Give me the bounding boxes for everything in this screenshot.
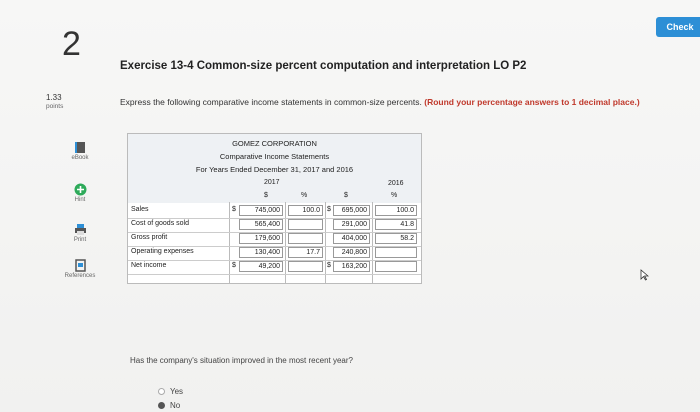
sidebar-item-label: eBook (71, 155, 89, 161)
table-row: Sales $ 745,000 100.0 $ 695,000 100.0 (128, 204, 421, 219)
radio-yes[interactable] (158, 388, 165, 395)
option-label: Yes (170, 387, 184, 396)
print-icon (73, 222, 87, 236)
sidebar-item-hint[interactable]: Hint (58, 182, 102, 203)
hint-icon (73, 182, 87, 196)
year-2017-header: 2017 (264, 179, 280, 186)
dollar-prefix: $ (232, 206, 236, 213)
sidebar-item-label: References (64, 273, 96, 279)
sidebar-item-label: Print (73, 237, 87, 243)
option-no[interactable]: No (158, 401, 180, 410)
amount-2017-input[interactable]: 49,200 (239, 261, 283, 272)
dollar-prefix: $ (327, 262, 331, 269)
question-number: 2 (62, 25, 81, 63)
dollar-prefix: $ (232, 262, 236, 269)
check-button[interactable]: Check (656, 17, 700, 37)
table-row: Gross profit 179,600 404,000 58.2 (128, 232, 421, 247)
sidebar-item-label: Hint (74, 197, 86, 203)
exercise-title: Exercise 13-4 Common-size percent comput… (120, 60, 527, 72)
option-yes[interactable]: Yes (158, 387, 183, 396)
references-icon (73, 258, 87, 272)
ebook-icon (73, 140, 87, 154)
instructions: Express the following comparative income… (120, 96, 695, 108)
amount-2017-input[interactable]: 565,400 (239, 219, 283, 230)
table-row: Operating expenses 130,400 17.7 240,800 (128, 246, 421, 261)
option-label: No (170, 401, 181, 410)
amount-2016-input[interactable]: 695,000 (333, 205, 370, 216)
sidebar-item-references[interactable]: References (58, 258, 102, 279)
percent-2017-input[interactable]: 100.0 (288, 205, 323, 216)
row-label: Net income (131, 262, 167, 269)
statement-title: Comparative Income Statements (219, 152, 330, 161)
table-row: Net income $ 49,200 $ 163,200 (128, 260, 421, 275)
company-name: GOMEZ CORPORATION (232, 139, 317, 148)
page: Check 2 Exercise 13-4 Common-size percen… (0, 0, 700, 412)
year-2016-header: 2016 (388, 180, 404, 187)
instructions-text: Express the following comparative income… (120, 97, 422, 107)
row-label: Operating expenses (131, 248, 194, 255)
percent-2017-input[interactable] (288, 261, 323, 272)
percent-2016-input[interactable] (375, 261, 417, 272)
amount-2016-input[interactable]: 404,000 (333, 233, 370, 244)
percent-header-2017: % (301, 192, 308, 199)
dollar-header-2017: $ (264, 192, 268, 199)
sidebar-item-ebook[interactable]: eBook (58, 140, 102, 161)
amount-2016-input[interactable]: 163,200 (333, 261, 370, 272)
amount-2017-input[interactable]: 179,600 (239, 233, 283, 244)
instructions-highlight: (Round your percentage answers to 1 deci… (424, 97, 640, 107)
amount-2016-input[interactable]: 240,800 (333, 247, 370, 258)
income-statement-table: GOMEZ CORPORATION Comparative Income Sta… (127, 133, 422, 284)
sidebar-item-print[interactable]: Print (58, 222, 102, 243)
table-row: Cost of goods sold 565,400 291,000 41.8 (128, 218, 421, 233)
mouse-cursor-icon (640, 268, 650, 286)
percent-2016-input[interactable] (375, 247, 417, 258)
dollar-header-2016: $ (344, 192, 348, 199)
radio-no[interactable] (158, 402, 165, 409)
amount-2016-input[interactable]: 291,000 (333, 219, 370, 230)
percent-2017-input[interactable] (288, 219, 323, 230)
percent-2017-input[interactable]: 17.7 (288, 247, 323, 258)
percent-2016-input[interactable]: 41.8 (375, 219, 417, 230)
amount-2017-input[interactable]: 130,400 (239, 247, 283, 258)
percent-2016-input[interactable]: 58.2 (375, 233, 417, 244)
question-text: Has the company's situation improved in … (130, 356, 353, 365)
percent-header-2016: % (391, 192, 398, 199)
percent-2017-input[interactable] (288, 233, 323, 244)
points-value: 1.33 (46, 93, 62, 102)
row-label: Cost of goods sold (131, 220, 189, 227)
dollar-prefix: $ (327, 206, 331, 213)
percent-2016-input[interactable]: 100.0 (375, 205, 417, 216)
points-label: points (46, 103, 64, 110)
row-label: Sales (131, 206, 149, 213)
row-label: Gross profit (131, 234, 168, 241)
statement-period: For Years Ended December 31, 2017 and 20… (195, 165, 354, 174)
amount-2017-input[interactable]: 745,000 (239, 205, 283, 216)
table-header: GOMEZ CORPORATION Comparative Income Sta… (128, 134, 421, 203)
